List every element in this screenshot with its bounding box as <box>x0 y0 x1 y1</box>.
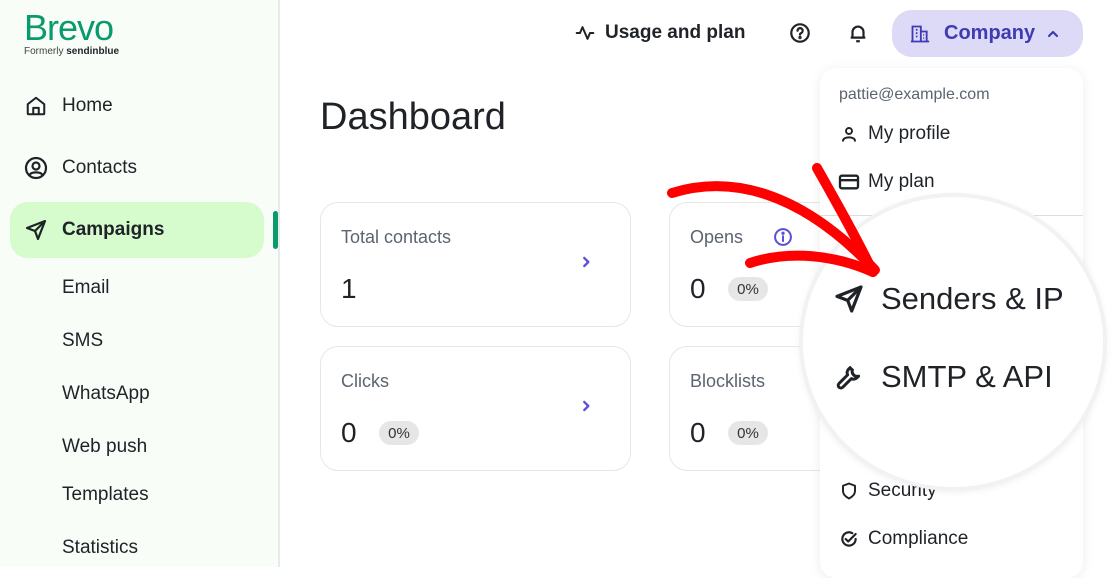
check-circle-icon <box>838 528 860 550</box>
card-value: 0 <box>690 417 706 448</box>
sidebar-item-home[interactable]: Home <box>10 78 264 134</box>
company-label: Company <box>944 22 1036 44</box>
notifications-button[interactable] <box>847 22 869 44</box>
menu-item-senders-ip[interactable]: Senders & IP <box>831 281 1064 317</box>
tagline-prefix: Formerly <box>24 46 64 57</box>
sidebar-subitem-sms[interactable]: SMS <box>62 330 103 352</box>
menu-item-smtp-api[interactable]: SMTP & API <box>831 359 1053 395</box>
paper-plane-icon <box>831 281 867 317</box>
wrench-icon <box>831 359 867 395</box>
help-button[interactable] <box>789 22 811 44</box>
tagline-brand: sendinblue <box>66 46 120 57</box>
sidebar-item-contacts[interactable]: Contacts <box>10 140 264 196</box>
page-title: Dashboard <box>320 96 506 138</box>
sidebar-item-label: Campaigns <box>62 219 165 240</box>
sidebar-item-label: Home <box>62 95 113 116</box>
shield-icon <box>838 480 860 502</box>
building-icon <box>910 24 930 44</box>
sidebar-item-label: Contacts <box>62 157 137 178</box>
magnifier-callout: Senders & IP SMTP & API <box>803 197 1103 487</box>
card-label: Clicks <box>341 371 389 391</box>
stat-card-total-contacts[interactable]: Total contacts 1 <box>320 202 631 327</box>
percentage-badge: 0% <box>379 421 419 445</box>
menu-item-label: My profile <box>868 123 951 144</box>
contact-circle-icon <box>24 156 48 180</box>
menu-item-label: Compliance <box>868 528 969 549</box>
home-icon <box>24 94 48 118</box>
logo-tagline: Formerly sendinblue <box>24 46 119 57</box>
chevron-right-icon[interactable] <box>579 255 593 269</box>
logo-wordmark: Brevo <box>24 7 114 48</box>
bell-icon <box>847 22 869 44</box>
sidebar-item-campaigns[interactable]: Campaigns <box>10 202 264 258</box>
stat-card-clicks[interactable]: Clicks 0 0% <box>320 346 631 471</box>
menu-item-compliance[interactable]: Compliance <box>838 528 968 550</box>
sidebar-subitem-whatsapp[interactable]: WhatsApp <box>62 383 150 405</box>
account-email: pattie@example.com <box>839 86 990 103</box>
card-label: Opens <box>690 227 744 247</box>
credit-card-icon <box>838 171 860 193</box>
card-value: 1 <box>341 273 357 304</box>
chevron-right-icon[interactable] <box>579 399 593 413</box>
chevron-up-icon <box>1045 26 1061 42</box>
company-menu-button[interactable]: Company <box>892 10 1083 57</box>
card-value: 0 <box>690 273 706 304</box>
usage-label: Usage and plan <box>605 22 746 43</box>
card-value: 0 <box>341 417 357 448</box>
card-label: Total contacts <box>341 227 452 247</box>
sidebar-subitem-templates[interactable]: Templates <box>62 484 149 506</box>
active-indicator <box>273 211 278 249</box>
percentage-badge: 0% <box>728 277 768 301</box>
sidebar: Brevo Formerly sendinblue Home Contacts … <box>0 0 280 567</box>
sidebar-subitem-statistics[interactable]: Statistics <box>62 537 138 559</box>
menu-item-my-profile[interactable]: My profile <box>838 123 950 145</box>
menu-item-label: My plan <box>868 171 935 192</box>
menu-item-label: Senders & IP <box>881 281 1064 316</box>
usage-and-plan-button[interactable]: Usage and plan <box>575 22 745 44</box>
brevo-logo[interactable]: Brevo Formerly sendinblue <box>24 7 119 58</box>
user-icon <box>838 123 860 145</box>
info-icon[interactable] <box>773 227 793 247</box>
help-icon <box>789 22 811 44</box>
sidebar-subitem-web-push[interactable]: Web push <box>62 436 147 458</box>
menu-item-my-plan[interactable]: My plan <box>838 171 935 193</box>
sidebar-subitem-email[interactable]: Email <box>62 277 110 299</box>
percentage-badge: 0% <box>728 421 768 445</box>
menu-item-label: SMTP & API <box>881 359 1053 394</box>
activity-icon <box>575 23 595 43</box>
paper-plane-icon <box>24 218 48 242</box>
card-label: Blocklists <box>690 371 766 391</box>
